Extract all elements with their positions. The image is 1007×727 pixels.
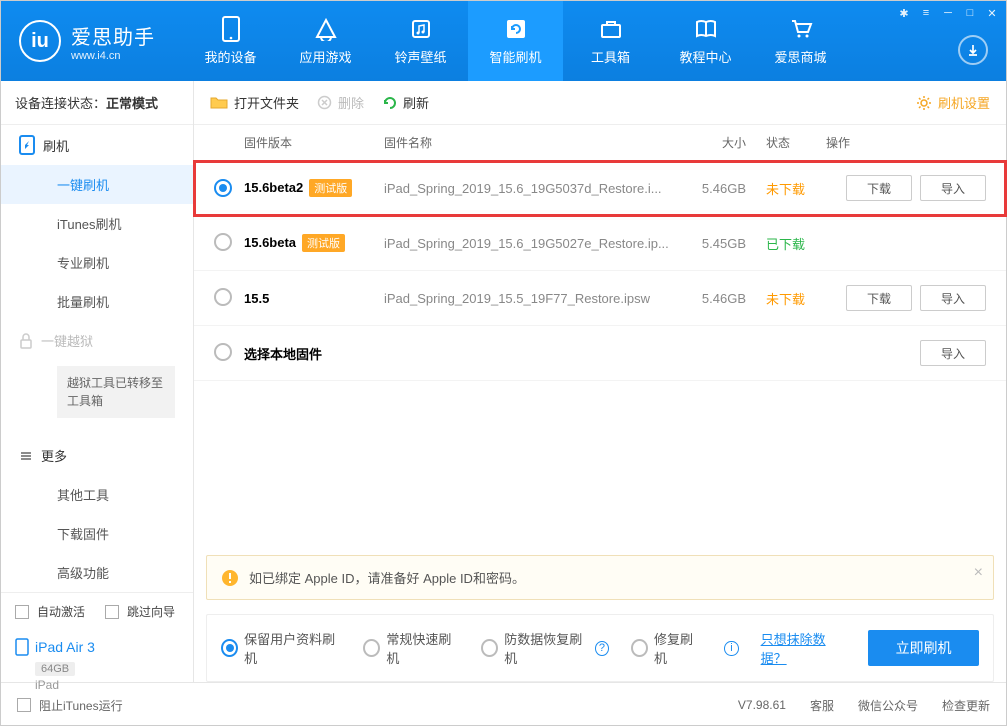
col-status: 状态: [746, 134, 826, 151]
appleid-banner: 如已绑定 Apple ID，请准备好 Apple ID和密码。 ×: [206, 555, 994, 600]
row-radio[interactable]: [214, 179, 232, 197]
reload-icon: [382, 95, 397, 110]
nav-tutorials[interactable]: 教程中心: [658, 1, 753, 81]
opt-keep-data[interactable]: 保留用户资料刷机: [221, 629, 341, 667]
firmware-row[interactable]: 15.6beta2测试版iPad_Spring_2019_15.6_19G503…: [194, 161, 1006, 216]
titlebar: iu 爱思助手 www.i4.cn 我的设备 应用游戏 铃声壁纸 智能刷机 工具…: [1, 1, 1006, 81]
sidebar-head-more[interactable]: 更多: [1, 436, 193, 475]
row-action-button[interactable]: 下载: [846, 175, 912, 201]
app-site: www.i4.cn: [71, 50, 155, 62]
sidebar-item-itunes[interactable]: iTunes刷机: [1, 204, 193, 243]
toolbox-icon: [599, 17, 623, 41]
gear-icon: [916, 95, 932, 111]
col-version: 固件版本: [244, 134, 384, 151]
logo: iu 爱思助手 www.i4.cn: [1, 20, 173, 62]
sidebar-head-jailbreak: 一键越狱: [1, 321, 193, 360]
flash-now-button[interactable]: 立即刷机: [868, 630, 979, 666]
col-op: 操作: [826, 134, 986, 151]
nav-store[interactable]: 爱思商城: [753, 1, 848, 81]
logo-icon: iu: [19, 20, 61, 62]
capacity-badge: 64GB: [35, 662, 75, 676]
erase-link[interactable]: 只想抹除数据？: [761, 629, 847, 667]
delete-icon: [317, 95, 332, 110]
more-icon: [19, 449, 33, 463]
opt-repair[interactable]: 修复刷机: [631, 629, 702, 667]
firmware-list: 15.6beta2测试版iPad_Spring_2019_15.6_19G503…: [194, 161, 1006, 381]
download-manager-icon[interactable]: [958, 35, 988, 65]
sidebar-item-othertools[interactable]: 其他工具: [1, 475, 193, 514]
row-radio[interactable]: [214, 343, 232, 361]
row-radio[interactable]: [214, 288, 232, 306]
folder-icon: [210, 95, 228, 110]
device-icon: [219, 17, 243, 41]
sidebar-item-downloadfw[interactable]: 下载固件: [1, 514, 193, 553]
col-size: 大小: [676, 134, 746, 151]
music-icon: [409, 17, 433, 41]
open-folder-button[interactable]: 打开文件夹: [210, 93, 299, 112]
delete-button[interactable]: 删除: [317, 93, 364, 112]
info-icon[interactable]: ?: [595, 641, 609, 656]
menu-icon[interactable]: ≡: [918, 5, 934, 21]
minimize-icon[interactable]: ─: [940, 5, 956, 21]
row-action-button[interactable]: 导入: [920, 285, 986, 311]
firmware-row[interactable]: 15.6beta测试版iPad_Spring_2019_15.6_19G5027…: [194, 216, 1006, 271]
sidebar-head-flash[interactable]: 刷机: [1, 125, 193, 165]
row-action-button[interactable]: 导入: [920, 340, 986, 366]
nav-toolbox[interactable]: 工具箱: [563, 1, 658, 81]
refresh-icon: [504, 17, 528, 41]
cart-icon: [789, 17, 813, 41]
support-link[interactable]: 客服: [810, 697, 834, 714]
phone-icon: [19, 135, 35, 155]
maximize-icon[interactable]: □: [962, 5, 978, 21]
auto-activate-checkbox[interactable]: [15, 605, 29, 619]
top-nav: 我的设备 应用游戏 铃声壁纸 智能刷机 工具箱 教程中心 爱思商城: [183, 1, 848, 81]
flash-settings-button[interactable]: 刷机设置: [916, 93, 990, 112]
skin-icon[interactable]: ✱: [896, 5, 912, 21]
skip-guide-checkbox[interactable]: [105, 605, 119, 619]
opt-anti-recover[interactable]: 防数据恢复刷机?: [481, 629, 609, 667]
nav-apps[interactable]: 应用游戏: [278, 1, 373, 81]
sidebar-item-advanced[interactable]: 高级功能: [1, 553, 193, 592]
table-header: 固件版本 固件名称 大小 状态 操作: [194, 125, 1006, 161]
toolbar: 打开文件夹 删除 刷新 刷机设置: [194, 81, 1006, 125]
app-name: 爱思助手: [71, 21, 155, 50]
apps-icon: [314, 17, 338, 41]
firmware-row[interactable]: 选择本地固件导入: [194, 326, 1006, 381]
device-name[interactable]: iPad Air 3: [1, 630, 193, 660]
auto-activate-row: 自动激活 跳过向导: [1, 593, 193, 630]
sidebar-item-pro[interactable]: 专业刷机: [1, 243, 193, 282]
tablet-icon: [15, 638, 29, 656]
book-icon: [694, 17, 718, 41]
nav-my-device[interactable]: 我的设备: [183, 1, 278, 81]
jailbreak-notice: 越狱工具已转移至工具箱: [57, 366, 175, 418]
refresh-button[interactable]: 刷新: [382, 93, 429, 112]
opt-normal[interactable]: 常规快速刷机: [363, 629, 459, 667]
block-itunes-checkbox[interactable]: [17, 698, 31, 712]
info-icon[interactable]: i: [724, 641, 738, 656]
check-update-link[interactable]: 检查更新: [942, 697, 990, 714]
block-itunes-label: 阻止iTunes运行: [39, 697, 123, 714]
col-name: 固件名称: [384, 134, 676, 151]
nav-smart-flash[interactable]: 智能刷机: [468, 1, 563, 81]
row-action-button[interactable]: 下载: [846, 285, 912, 311]
nav-ringtones[interactable]: 铃声壁纸: [373, 1, 468, 81]
flash-options: 保留用户资料刷机 常规快速刷机 防数据恢复刷机? 修复刷机 i 只想抹除数据？ …: [206, 614, 994, 682]
warning-icon: [221, 569, 239, 587]
sidebar-item-batch[interactable]: 批量刷机: [1, 282, 193, 321]
close-icon[interactable]: ✕: [984, 5, 1000, 21]
window-controls: ✱ ≡ ─ □ ✕: [896, 5, 1000, 21]
sidebar-item-oneclick[interactable]: 一键刷机: [1, 165, 193, 204]
lock-icon: [19, 333, 33, 349]
firmware-row[interactable]: 15.5iPad_Spring_2019_15.5_19F77_Restore.…: [194, 271, 1006, 326]
version-label: V7.98.61: [738, 698, 786, 712]
wechat-link[interactable]: 微信公众号: [858, 697, 918, 714]
connection-status: 设备连接状态：正常模式: [1, 81, 193, 125]
sidebar: 设备连接状态：正常模式 刷机 一键刷机 iTunes刷机 专业刷机 批量刷机 一…: [1, 81, 194, 682]
row-action-button[interactable]: 导入: [920, 175, 986, 201]
banner-close-icon[interactable]: ×: [974, 564, 983, 582]
main-panel: 打开文件夹 删除 刷新 刷机设置 固件版本 固件名称 大小 状态 操作 15.6…: [194, 81, 1006, 682]
row-radio[interactable]: [214, 233, 232, 251]
